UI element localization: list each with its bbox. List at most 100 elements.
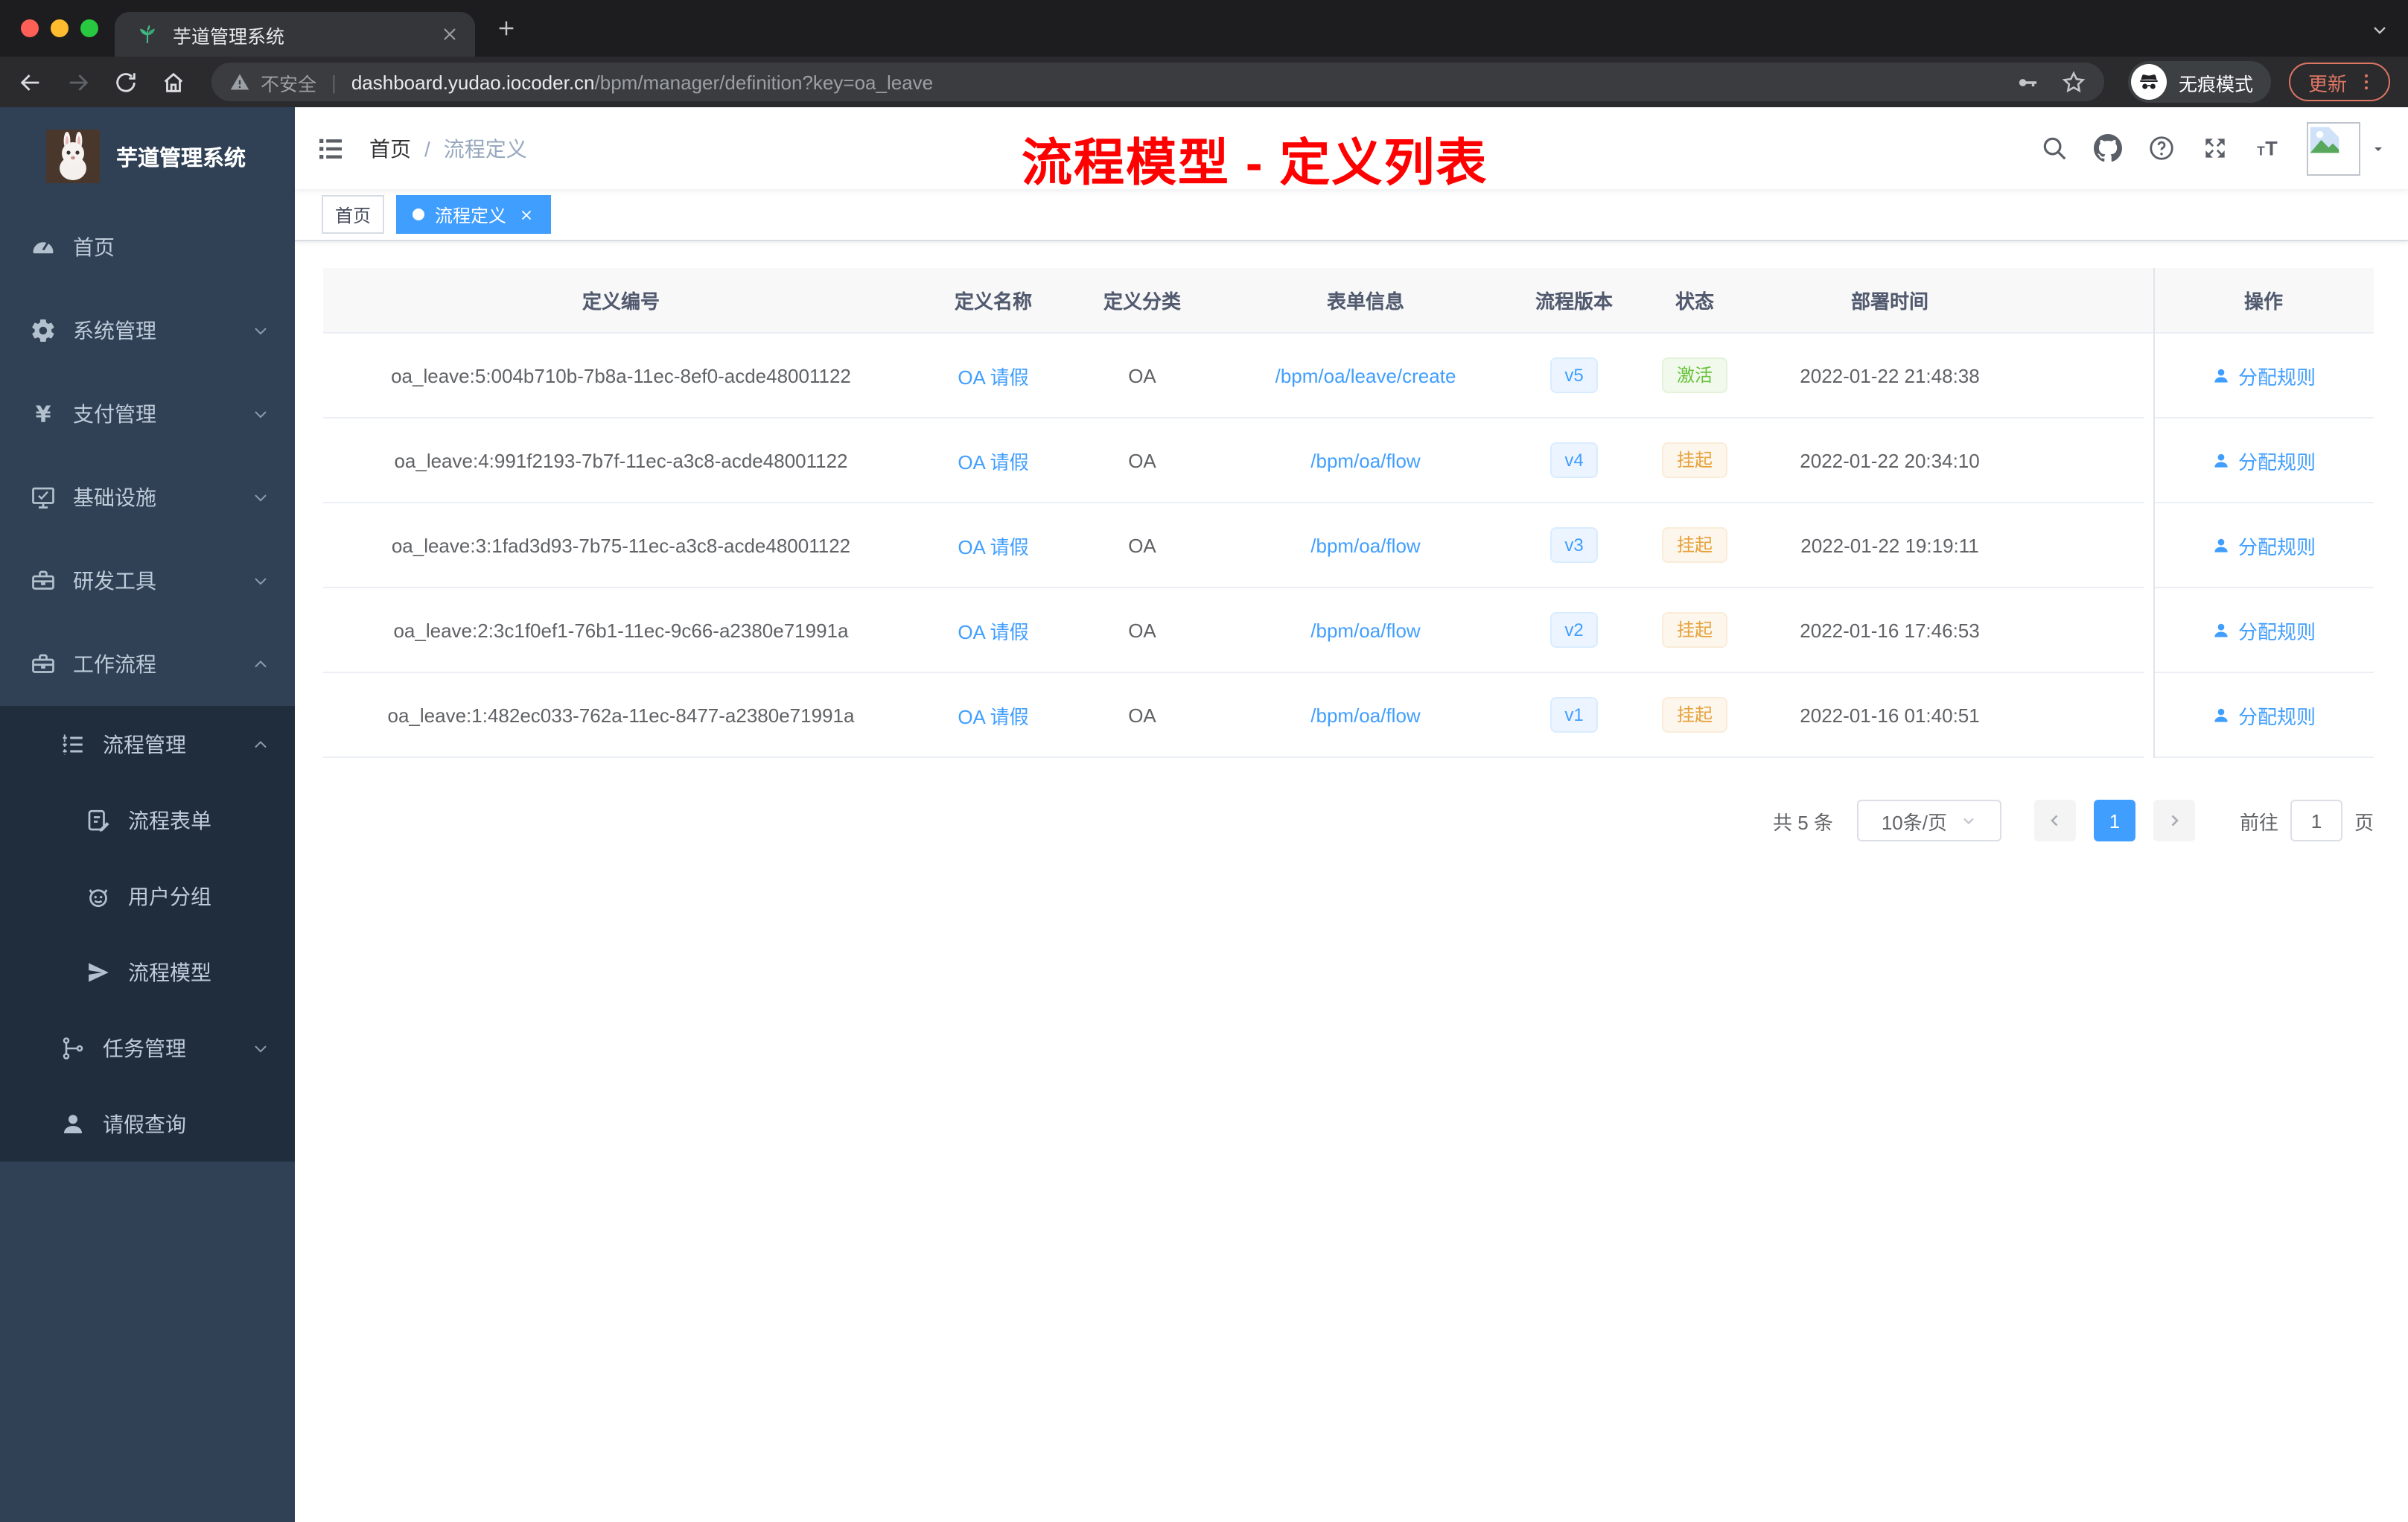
form-link[interactable]: /bpm/oa/flow: [1310, 534, 1420, 556]
definition-id-cell: oa_leave:2:3c1f0ef1-76b1-11ec-9c66-a2380…: [323, 588, 919, 673]
address-bar[interactable]: 不安全 | dashboard.yudao.iocoder.cn/bpm/man…: [211, 63, 2104, 101]
definition-name-link[interactable]: OA 请假: [958, 701, 1028, 729]
sidebar-collapse-icon[interactable]: [316, 133, 345, 163]
sidebar-item-process-mgmt[interactable]: 流程管理: [0, 706, 295, 782]
sidebar-item-leave-query[interactable]: 请假查询: [0, 1086, 295, 1162]
tab-search-chevron-icon[interactable]: [2369, 19, 2390, 40]
goto-page-input[interactable]: [2290, 800, 2342, 841]
assign-rule-link[interactable]: 分配规则: [2211, 361, 2316, 389]
form-link[interactable]: /bpm/oa/leave/create: [1275, 364, 1456, 386]
update-label: 更新: [2307, 72, 2347, 95]
sidebar-item-label: 流程表单: [128, 808, 211, 832]
user-icon: [2214, 538, 2228, 552]
chevron-up-icon: [250, 654, 271, 675]
browser-update-button[interactable]: 更新: [2288, 63, 2390, 101]
avatar[interactable]: [2307, 121, 2360, 175]
status-tag: 挂起: [1661, 527, 1727, 563]
assign-rule-link[interactable]: 分配规则: [2211, 616, 2316, 644]
back-icon[interactable]: [12, 64, 48, 100]
definition-name-link[interactable]: OA 请假: [958, 446, 1028, 474]
sidebar-item-process-model[interactable]: 流程模型: [0, 934, 295, 1010]
next-page-button[interactable]: [2153, 800, 2195, 841]
caret-down-icon[interactable]: [2369, 139, 2387, 157]
search-icon[interactable]: [2039, 133, 2068, 163]
form-link[interactable]: /bpm/oa/flow: [1310, 704, 1420, 726]
sidebar-item-devtools[interactable]: 研发工具: [0, 539, 295, 623]
app-navbar: 首页 / 流程定义 流程模型 - 定义列表 TT: [295, 107, 2408, 192]
definition-table: 定义编号 定义名称 定义分类 表单信息 流程版本 状态 部署时间 操作 oa_leave:5:…: [323, 268, 2374, 758]
sidebar-item-label: 基础设施: [73, 485, 156, 509]
sidebar-item-label: 任务管理: [103, 1036, 186, 1060]
page-size-select[interactable]: 10条/页: [1856, 800, 2001, 841]
assign-rule-link[interactable]: 分配规则: [2211, 531, 2316, 559]
home-icon[interactable]: [155, 64, 191, 100]
sidebar-item-infra[interactable]: 基础设施: [0, 456, 295, 539]
form-link[interactable]: /bpm/oa/flow: [1310, 619, 1420, 641]
font-size-icon[interactable]: TT: [2253, 133, 2283, 163]
breadcrumb-home[interactable]: 首页: [369, 133, 411, 163]
deploy-time-cell: 2022-01-22 20:34:10: [1756, 418, 2024, 503]
sidebar-item-task-mgmt[interactable]: 任务管理: [0, 1010, 295, 1086]
tag-0[interactable]: 首页: [322, 195, 385, 234]
version-tag: v3: [1549, 527, 1599, 563]
table-body: oa_leave:5:004b710b-7b8a-11ec-8ef0-acde4…: [323, 334, 2374, 758]
key-icon[interactable]: [2015, 69, 2040, 95]
assign-rule-link[interactable]: 分配规则: [2211, 701, 2316, 729]
assign-rule-link[interactable]: 分配规则: [2211, 446, 2316, 474]
form-link[interactable]: /bpm/oa/flow: [1310, 449, 1420, 471]
toolbox-icon: [30, 651, 57, 678]
sidebar-logo-row[interactable]: 芋道管理系统: [0, 107, 295, 206]
close-tag-icon[interactable]: [518, 206, 535, 223]
gear-icon: [30, 317, 57, 344]
definition-name-link[interactable]: OA 请假: [958, 361, 1028, 389]
sidebar-item-process-form[interactable]: 流程表单: [0, 782, 295, 858]
sidebar-item-system[interactable]: 系统管理: [0, 289, 295, 372]
minimize-window-button[interactable]: [51, 19, 69, 37]
sidebar-item-label: 研发工具: [73, 569, 156, 593]
sidebar-item-label: 支付管理: [73, 402, 156, 426]
prev-page-button[interactable]: [2033, 800, 2076, 841]
browser-window: 芋道管理系统 不安全 | dashboard.yudao.iocoder.cn /…: [0, 0, 2408, 1522]
incognito-icon: [2130, 64, 2167, 100]
chevron-up-icon: [250, 733, 271, 754]
column-header-actions: 操作: [2153, 268, 2374, 334]
close-window-button[interactable]: [21, 19, 39, 37]
maximize-window-button[interactable]: [80, 19, 98, 37]
sidebar-item-payment[interactable]: ¥ 支付管理: [0, 372, 295, 456]
bookmark-star-icon[interactable]: [2061, 69, 2086, 95]
sidebar-item-workflow[interactable]: 工作流程: [0, 623, 295, 706]
sidebar-item-label: 系统管理: [73, 319, 156, 343]
sidebar-item-home[interactable]: 首页: [0, 206, 295, 289]
sidebar: 芋道管理系统 首页系统管理 ¥ 支付管理基础设施研发工具工作流程流程管理流程表单用户…: [0, 107, 295, 1522]
column-header: 定义编号: [323, 268, 919, 334]
page-number-1[interactable]: 1: [2093, 800, 2135, 841]
table-row: oa_leave:2:3c1f0ef1-76b1-11ec-9c66-a2380…: [323, 588, 2374, 673]
status-tag: 挂起: [1661, 442, 1727, 478]
toolbox-icon: [30, 567, 57, 594]
not-secure-warning-icon[interactable]: [229, 71, 250, 92]
page-size-value: 10条/页: [1881, 811, 1947, 833]
page-unit-label: 页: [2354, 811, 2374, 833]
sidebar-item-user-group[interactable]: 用户分组: [0, 858, 295, 934]
close-tab-icon[interactable]: [439, 24, 460, 45]
browser-menu-dots-icon[interactable]: [2356, 71, 2377, 92]
browser-tab[interactable]: 芋道管理系统: [115, 12, 475, 57]
definition-name-link[interactable]: OA 请假: [958, 531, 1028, 559]
not-secure-label[interactable]: 不安全: [261, 68, 316, 96]
reload-icon[interactable]: [107, 64, 143, 100]
breadcrumb-current: 流程定义: [443, 136, 527, 160]
robot-icon: [85, 882, 112, 909]
new-tab-button[interactable]: [494, 16, 518, 40]
version-tag: v1: [1549, 697, 1599, 733]
table-header-row: 定义编号 定义名称 定义分类 表单信息 流程版本 状态 部署时间 操作: [323, 268, 2374, 334]
sidebar-item-label: 流程管理: [103, 732, 186, 756]
definition-name-link[interactable]: OA 请假: [958, 616, 1028, 644]
version-tag: v5: [1549, 357, 1599, 393]
fullscreen-icon[interactable]: [2200, 133, 2229, 163]
user-icon: [2214, 707, 2228, 722]
github-icon[interactable]: [2092, 133, 2122, 163]
forward-icon[interactable]: [60, 64, 95, 100]
help-icon[interactable]: [2146, 133, 2176, 163]
tag-active-1[interactable]: 流程定义: [396, 195, 552, 234]
goto-label: 前往: [2239, 811, 2278, 833]
